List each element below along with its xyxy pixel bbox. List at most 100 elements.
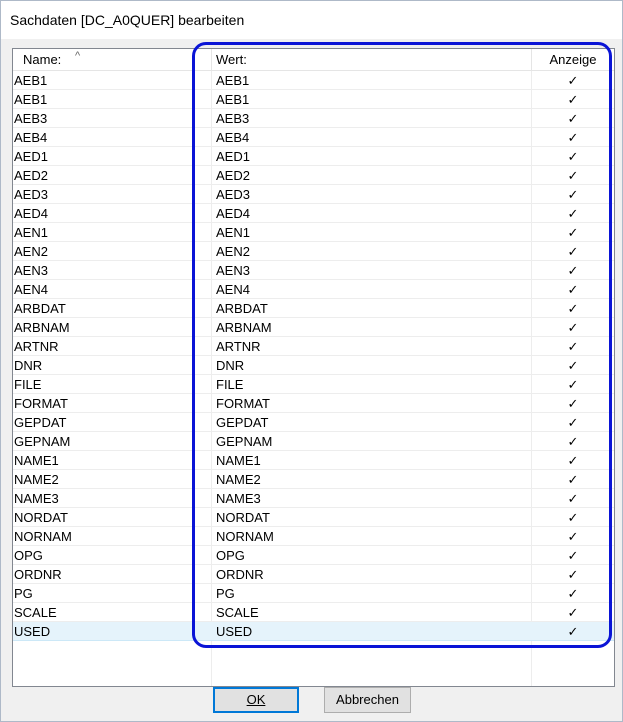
cell-name[interactable]: AEB4 — [14, 128, 211, 146]
table-row[interactable]: ORDNR ORDNR ✓ — [13, 565, 614, 584]
cell-name[interactable]: GEPNAM — [14, 432, 211, 450]
cell-name[interactable]: AED2 — [14, 166, 211, 184]
column-header-wert[interactable]: Wert: — [212, 49, 532, 70]
checkmark-icon[interactable]: ✓ — [532, 489, 614, 507]
cell-name[interactable]: AEN4 — [14, 280, 211, 298]
table-row[interactable]: SCALE SCALE ✓ — [13, 603, 614, 622]
table-row[interactable]: GEPNAM GEPNAM ✓ — [13, 432, 614, 451]
cell-wert[interactable]: AED3 — [216, 185, 530, 203]
cell-wert[interactable]: AED1 — [216, 147, 530, 165]
cell-name[interactable]: FORMAT — [14, 394, 211, 412]
table-row[interactable]: AEB1 AEB1 ✓ — [13, 90, 614, 109]
checkmark-icon[interactable]: ✓ — [532, 261, 614, 279]
table-row[interactable]: AED2 AED2 ✓ — [13, 166, 614, 185]
table-row[interactable]: AEB4 AEB4 ✓ — [13, 128, 614, 147]
cell-wert[interactable]: FORMAT — [216, 394, 530, 412]
cell-name[interactable]: FILE — [14, 375, 211, 393]
checkmark-icon[interactable]: ✓ — [532, 280, 614, 298]
table-row[interactable]: ARTNR ARTNR ✓ — [13, 337, 614, 356]
checkmark-icon[interactable]: ✓ — [532, 166, 614, 184]
table-row[interactable]: GEPDAT GEPDAT ✓ — [13, 413, 614, 432]
cell-name[interactable]: AEB3 — [14, 109, 211, 127]
cell-name[interactable]: DNR — [14, 356, 211, 374]
cell-name[interactable]: PG — [14, 584, 211, 602]
cell-name[interactable]: GEPDAT — [14, 413, 211, 431]
cell-name[interactable]: AEN3 — [14, 261, 211, 279]
table-row[interactable]: DNR DNR ✓ — [13, 356, 614, 375]
table-row[interactable]: AEN1 AEN1 ✓ — [13, 223, 614, 242]
cell-wert[interactable]: AEB4 — [216, 128, 530, 146]
cell-name[interactable]: USED — [14, 622, 211, 640]
cell-wert[interactable]: AED2 — [216, 166, 530, 184]
column-header-name[interactable]: Name: ^ — [13, 49, 212, 70]
checkmark-icon[interactable]: ✓ — [532, 185, 614, 203]
cell-name[interactable]: NORDAT — [14, 508, 211, 526]
checkmark-icon[interactable]: ✓ — [532, 432, 614, 450]
checkmark-icon[interactable]: ✓ — [532, 546, 614, 564]
cell-wert[interactable]: USED — [216, 622, 530, 640]
checkmark-icon[interactable]: ✓ — [532, 71, 614, 89]
table-row[interactable]: OPG OPG ✓ — [13, 546, 614, 565]
cell-wert[interactable]: AEN4 — [216, 280, 530, 298]
checkmark-icon[interactable]: ✓ — [532, 508, 614, 526]
title-bar[interactable]: Sachdaten [DC_A0QUER] bearbeiten — [1, 1, 622, 39]
table-row[interactable]: AEB3 AEB3 ✓ — [13, 109, 614, 128]
checkmark-icon[interactable]: ✓ — [532, 375, 614, 393]
cell-wert[interactable]: GEPNAM — [216, 432, 530, 450]
cell-name[interactable]: ARBDAT — [14, 299, 211, 317]
checkmark-icon[interactable]: ✓ — [532, 90, 614, 108]
checkmark-icon[interactable]: ✓ — [532, 622, 614, 640]
cell-name[interactable]: OPG — [14, 546, 211, 564]
cell-wert[interactable]: AEB1 — [216, 90, 530, 108]
cell-name[interactable]: AED1 — [14, 147, 211, 165]
table-row[interactable]: AEB1 AEB1 ✓ — [13, 71, 614, 90]
cell-wert[interactable]: NORDAT — [216, 508, 530, 526]
checkmark-icon[interactable]: ✓ — [532, 470, 614, 488]
ok-button[interactable]: OK — [213, 687, 299, 713]
cell-name[interactable]: NAME1 — [14, 451, 211, 469]
cell-wert[interactable]: ARBDAT — [216, 299, 530, 317]
cell-wert[interactable]: NAME2 — [216, 470, 530, 488]
cell-name[interactable]: NAME2 — [14, 470, 211, 488]
cancel-button[interactable]: Abbrechen — [324, 687, 411, 713]
cell-wert[interactable]: ARBNAM — [216, 318, 530, 336]
table-row[interactable]: AED1 AED1 ✓ — [13, 147, 614, 166]
cell-name[interactable]: ARTNR — [14, 337, 211, 355]
cell-wert[interactable]: ORDNR — [216, 565, 530, 583]
cell-name[interactable]: AEB1 — [14, 90, 211, 108]
table-row[interactable]: USED USED ✓ — [13, 622, 614, 641]
cell-wert[interactable]: AEN2 — [216, 242, 530, 260]
checkmark-icon[interactable]: ✓ — [532, 603, 614, 621]
table-row[interactable]: AED3 AED3 ✓ — [13, 185, 614, 204]
table-row[interactable]: FILE FILE ✓ — [13, 375, 614, 394]
cell-wert[interactable]: OPG — [216, 546, 530, 564]
checkmark-icon[interactable]: ✓ — [532, 299, 614, 317]
cell-wert[interactable]: AEN3 — [216, 261, 530, 279]
cell-name[interactable]: NAME3 — [14, 489, 211, 507]
checkmark-icon[interactable]: ✓ — [532, 109, 614, 127]
cell-wert[interactable]: SCALE — [216, 603, 530, 621]
checkmark-icon[interactable]: ✓ — [532, 356, 614, 374]
cell-name[interactable]: SCALE — [14, 603, 211, 621]
cell-wert[interactable]: NAME1 — [216, 451, 530, 469]
checkmark-icon[interactable]: ✓ — [532, 451, 614, 469]
checkmark-icon[interactable]: ✓ — [532, 337, 614, 355]
cell-wert[interactable]: NORNAM — [216, 527, 530, 545]
cell-wert[interactable]: AEB3 — [216, 109, 530, 127]
table-row[interactable]: FORMAT FORMAT ✓ — [13, 394, 614, 413]
cell-wert[interactable]: GEPDAT — [216, 413, 530, 431]
column-header-anzeige[interactable]: Anzeige — [532, 49, 614, 70]
checkmark-icon[interactable]: ✓ — [532, 413, 614, 431]
checkmark-icon[interactable]: ✓ — [532, 204, 614, 222]
table-row[interactable]: NORNAM NORNAM ✓ — [13, 527, 614, 546]
cell-name[interactable]: NORNAM — [14, 527, 211, 545]
checkmark-icon[interactable]: ✓ — [532, 527, 614, 545]
table-row[interactable]: NORDAT NORDAT ✓ — [13, 508, 614, 527]
cell-name[interactable]: ARBNAM — [14, 318, 211, 336]
attribute-list[interactable]: Name: ^ Wert: Anzeige AEB1 AEB1 ✓ AEB1 AEB1 ✓… — [12, 48, 615, 687]
cell-name[interactable]: AED3 — [14, 185, 211, 203]
cell-wert[interactable]: AEN1 — [216, 223, 530, 241]
checkmark-icon[interactable]: ✓ — [532, 565, 614, 583]
table-row[interactable]: PG PG ✓ — [13, 584, 614, 603]
checkmark-icon[interactable]: ✓ — [532, 242, 614, 260]
